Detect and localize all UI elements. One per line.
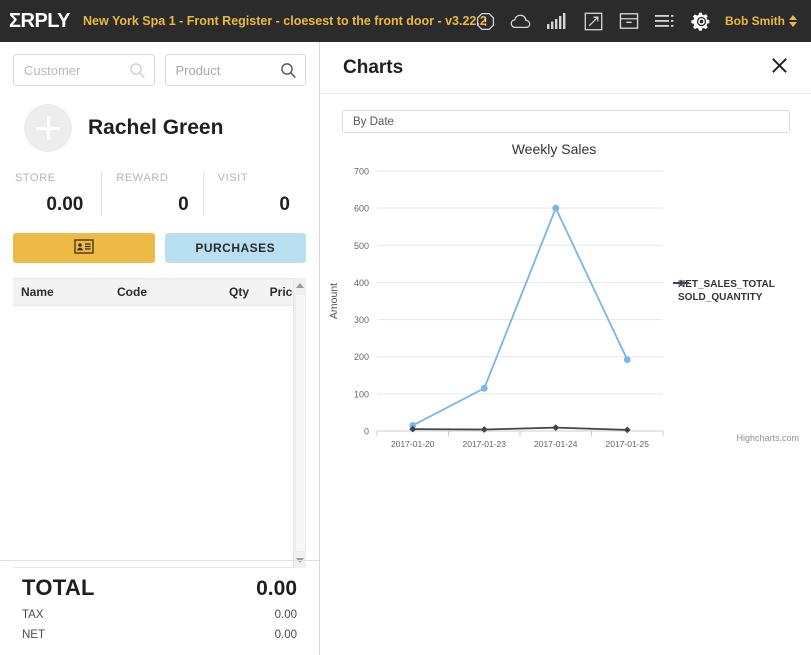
customer-name: Rachel Green bbox=[88, 116, 224, 139]
svg-text:100: 100 bbox=[354, 389, 369, 399]
customer-card-button[interactable] bbox=[13, 233, 155, 263]
total-value: 0.00 bbox=[256, 577, 297, 600]
id-card-icon bbox=[74, 239, 94, 257]
svg-text:400: 400 bbox=[354, 278, 369, 288]
scroll-up-arrow-icon[interactable] bbox=[296, 283, 304, 288]
chart-plot: 0 100 200 300 400 500 600 700 2017-01-20 2017-01-… bbox=[328, 167, 664, 449]
svg-text:2017-01-20: 2017-01-20 bbox=[391, 439, 435, 449]
alert-octagon-icon[interactable] bbox=[467, 0, 503, 42]
sale-panel: Rachel Green STORE 0.00 REWARD 0 VISIT 0 bbox=[0, 42, 320, 655]
purchases-button[interactable]: PURCHASES bbox=[164, 233, 306, 263]
page-title: Charts bbox=[343, 56, 404, 78]
column-header-price: Price bbox=[269, 285, 299, 299]
stat-label: REWARD bbox=[116, 172, 169, 184]
stat-value: 0 bbox=[178, 194, 189, 215]
tax-value: 0.00 bbox=[274, 609, 297, 621]
svg-text:500: 500 bbox=[354, 241, 369, 251]
pos-application: ΣRPLY New York Spa 1 - Front Register - … bbox=[0, 0, 811, 655]
net-label: NET bbox=[22, 629, 45, 641]
username-label[interactable]: Bob Smith bbox=[725, 14, 785, 28]
net-value: 0.00 bbox=[274, 629, 297, 641]
product-search-input[interactable] bbox=[165, 55, 278, 85]
net-row: NET 0.00 bbox=[22, 629, 297, 641]
tax-row: TAX 0.00 bbox=[22, 609, 297, 621]
user-menu-chevrons-icon[interactable] bbox=[789, 15, 797, 27]
table-header-row: Name Code Qty Price bbox=[13, 278, 306, 306]
svg-text:2017-01-24: 2017-01-24 bbox=[534, 439, 578, 449]
scrollbar-thumb[interactable] bbox=[295, 294, 306, 552]
svg-text:200: 200 bbox=[354, 352, 369, 362]
legend-label: SOLD_QUANTITY bbox=[678, 292, 763, 303]
highcharts-credit: Highcharts.com bbox=[736, 433, 799, 443]
chart-filter-wrap: By Date bbox=[321, 94, 811, 133]
table-body-empty bbox=[13, 306, 306, 568]
column-header-name: Name bbox=[21, 285, 54, 299]
search-row bbox=[0, 42, 319, 86]
customer-search-input[interactable] bbox=[14, 55, 126, 85]
tax-label: TAX bbox=[22, 609, 44, 621]
screen-arrow-icon[interactable] bbox=[575, 0, 611, 42]
search-icon bbox=[280, 62, 297, 84]
table-scrollbar[interactable] bbox=[293, 278, 306, 568]
topbar-icon-group: Bob Smith bbox=[467, 0, 803, 42]
customer-row[interactable]: Rachel Green bbox=[0, 86, 319, 152]
stat-store: STORE 0.00 bbox=[15, 172, 101, 216]
charts-header: Charts bbox=[321, 42, 811, 94]
chart-legend: NET_SALES_TOTAL SOLD_QUANTITY bbox=[673, 278, 775, 304]
gear-icon[interactable] bbox=[683, 0, 719, 42]
stat-value: 0 bbox=[279, 194, 290, 215]
column-header-code: Code bbox=[117, 285, 147, 299]
svg-text:300: 300 bbox=[354, 315, 369, 325]
top-bar: ΣRPLY New York Spa 1 - Front Register - … bbox=[0, 0, 811, 42]
product-search-box[interactable] bbox=[164, 54, 306, 86]
signal-bars-icon[interactable] bbox=[539, 0, 575, 42]
svg-text:700: 700 bbox=[354, 167, 369, 177]
chart-filter-select[interactable]: By Date bbox=[342, 110, 790, 133]
stat-label: STORE bbox=[15, 172, 56, 184]
erply-logo: ΣRPLY bbox=[9, 9, 71, 32]
svg-text:2017-01-23: 2017-01-23 bbox=[463, 439, 507, 449]
weekly-sales-chart: Weekly Sales 0 100 200 300 400 500 600 700 2017-… bbox=[321, 141, 811, 471]
sale-items-table: Name Code Qty Price bbox=[13, 278, 306, 568]
total-label: TOTAL bbox=[22, 575, 95, 600]
svg-text:0: 0 bbox=[364, 427, 369, 437]
svg-text:2017-01-25: 2017-01-25 bbox=[606, 439, 650, 449]
customer-actions: PURCHASES bbox=[0, 216, 319, 263]
totals-section: TOTAL 0.00 TAX 0.00 NET 0.00 bbox=[0, 560, 319, 655]
stat-label: VISIT bbox=[217, 172, 249, 184]
column-header-qty: Qty bbox=[228, 285, 249, 299]
total-row: TOTAL 0.00 bbox=[22, 575, 297, 601]
customer-search-box[interactable] bbox=[13, 54, 155, 86]
stat-visit: VISIT 0 bbox=[202, 172, 304, 216]
legend-item-sold-quantity[interactable]: SOLD_QUANTITY bbox=[673, 279, 775, 304]
menu-lines-icon[interactable] bbox=[647, 0, 683, 42]
divider bbox=[0, 560, 319, 561]
cloud-icon[interactable] bbox=[503, 0, 539, 42]
search-icon bbox=[129, 62, 146, 84]
charts-panel: Charts By Date Weekly Sales 0 100 200 300 40… bbox=[321, 42, 811, 655]
cash-drawer-icon[interactable] bbox=[611, 0, 647, 42]
store-title: New York Spa 1 - Front Register - cloese… bbox=[83, 14, 487, 28]
stat-value: 0.00 bbox=[46, 194, 84, 215]
close-icon[interactable] bbox=[770, 56, 789, 80]
legend-label: NET_SALES_TOTAL bbox=[678, 279, 775, 290]
plus-circle-icon[interactable] bbox=[24, 104, 72, 152]
stat-reward: REWARD 0 bbox=[101, 172, 202, 216]
svg-text:600: 600 bbox=[354, 204, 369, 214]
svg-text:Amount: Amount bbox=[328, 283, 340, 319]
customer-stats: STORE 0.00 REWARD 0 VISIT 0 bbox=[0, 152, 319, 216]
legend-marker-icon bbox=[673, 279, 689, 287]
